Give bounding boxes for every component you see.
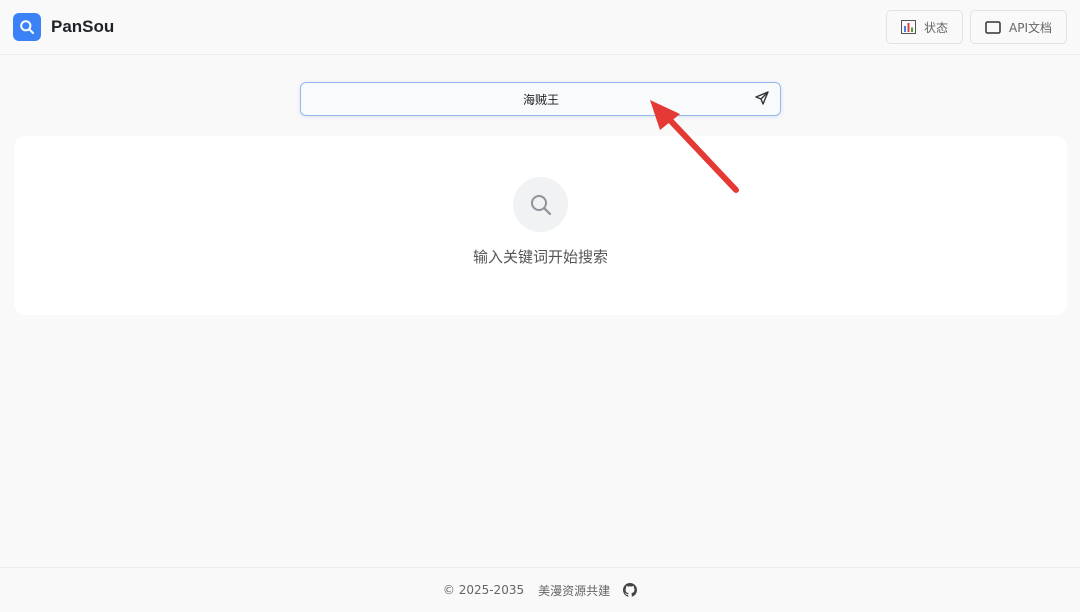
status-label: 状态 [923,20,948,35]
api-docs-button[interactable]: API文档 [970,10,1067,44]
app-name: PanSou [51,17,115,36]
empty-search-icon [513,177,568,232]
credit-text: 美漫资源共建 [538,583,611,598]
empty-state-message: 输入关键词开始搜索 [472,248,608,266]
document-icon [985,20,1001,34]
send-icon [755,90,769,109]
bar-chart-icon [900,20,916,34]
logo-search-icon [13,13,41,41]
search-input[interactable] [301,83,741,115]
results-card: 输入关键词开始搜索 [14,136,1067,315]
github-icon[interactable] [623,583,638,597]
status-button[interactable]: 状态 [886,10,963,44]
header: PanSou 状态 API文档 [0,0,1080,55]
api-docs-label: API文档 [1009,20,1052,35]
search-box [300,82,781,116]
page: PanSou 状态 API文档 海贼王 输入关键词开始搜索 © 2025-203… [0,0,1080,612]
logo[interactable]: PanSou [13,13,114,41]
footer: © 2025-2035 美漫资源共建 [0,567,1080,612]
send-button[interactable] [754,90,770,109]
copyright-text: © 2025-2035 [442,583,525,597]
